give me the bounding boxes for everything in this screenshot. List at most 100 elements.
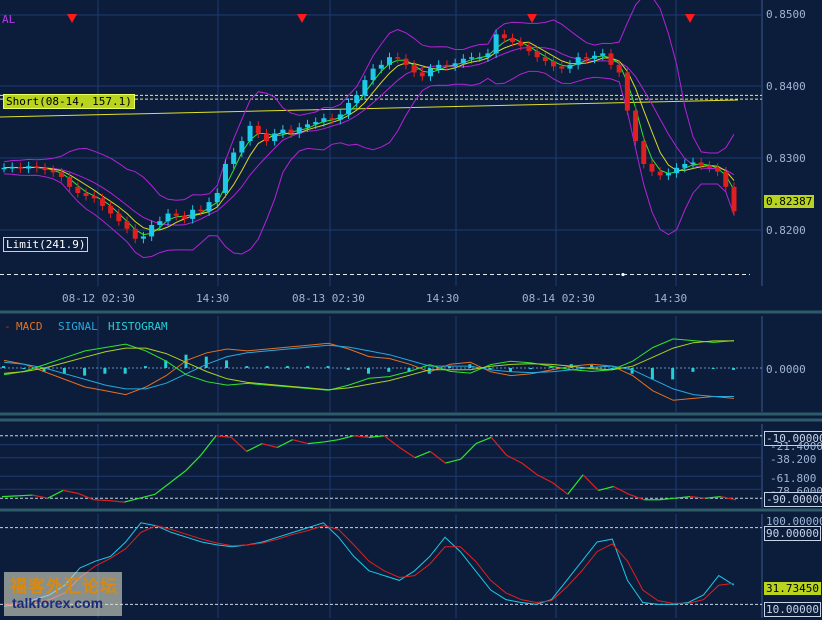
candle-body-71 xyxy=(583,57,589,59)
x-tick-1: 08-12 02:30 xyxy=(62,292,135,305)
macd-zero-tick: 0.0000 xyxy=(766,363,806,376)
histogram-bar-36 xyxy=(732,368,735,370)
candle-body-11 xyxy=(91,196,97,199)
candle-body-76 xyxy=(624,72,630,111)
histogram-bar-30 xyxy=(610,368,614,369)
candle-body-32 xyxy=(263,133,269,142)
histogram-bar-0 xyxy=(2,366,5,368)
histogram-bar-1 xyxy=(22,368,26,369)
short-order-label[interactable]: Short(08-14, 157.1) xyxy=(3,94,135,109)
histogram-bar-17 xyxy=(346,368,350,370)
signal-title: SIGNAL xyxy=(58,320,98,333)
x-tick-6: 14:30 xyxy=(654,292,688,305)
candle-body-5 xyxy=(42,167,48,171)
wpr-tick-38: -38.200 xyxy=(770,453,817,466)
histogram-bar-33 xyxy=(671,368,675,380)
candle-body-57 xyxy=(469,57,475,59)
histogram-bar-7 xyxy=(143,366,147,368)
candle-body-8 xyxy=(67,176,73,187)
candle-body-46 xyxy=(378,64,384,69)
candle-body-38 xyxy=(313,122,319,125)
chart-window: AL Short(08-14, 157.1) Limit(241.9) 0.85… xyxy=(0,0,822,620)
candle-body-55 xyxy=(452,63,458,67)
wpr-segment-7 xyxy=(93,499,110,502)
candle-body-89 xyxy=(731,186,737,212)
stoch-tick-90: 90.00000 xyxy=(764,526,821,541)
candle-body-81 xyxy=(665,173,671,176)
candle-body-27 xyxy=(222,163,228,193)
candle-body-54 xyxy=(444,64,450,67)
candle-body-73 xyxy=(600,53,606,56)
candle-body-49 xyxy=(403,58,409,65)
watermark-chinese: 福客外汇论坛 xyxy=(10,577,118,597)
candle-body-13 xyxy=(108,205,114,214)
indicator-name-main: AL xyxy=(2,13,16,26)
candle-body-78 xyxy=(641,141,647,164)
candle-body-31 xyxy=(255,125,261,134)
candle-body-34 xyxy=(280,129,286,134)
histogram-bar-5 xyxy=(103,368,107,374)
candle-body-56 xyxy=(460,58,466,64)
candle-body-41 xyxy=(337,114,343,120)
candle-body-17 xyxy=(140,236,146,239)
stoch-tick-10: 10.00000 xyxy=(764,602,821,617)
candle-body-6 xyxy=(50,170,56,173)
limit-marker xyxy=(621,272,625,277)
candle-body-82 xyxy=(674,167,680,174)
candle-body-14 xyxy=(116,213,122,222)
macd-title: MACD xyxy=(16,320,43,333)
histogram-bar-16 xyxy=(326,366,330,368)
candle-body-64 xyxy=(526,45,532,52)
chart-canvas[interactable] xyxy=(0,0,822,620)
candle-body-67 xyxy=(551,61,557,67)
candle-body-21 xyxy=(173,213,179,216)
histogram-bar-6 xyxy=(123,368,127,374)
candle-body-51 xyxy=(419,72,425,77)
watermark-domain: talkforex.com xyxy=(12,595,104,611)
histogram-bar-15 xyxy=(306,366,310,368)
stoch-last-badge: 31.73450 xyxy=(764,582,821,595)
candle-body-12 xyxy=(99,198,105,206)
limit-order-label[interactable]: Limit(241.9) xyxy=(3,237,89,252)
candle-body-88 xyxy=(723,171,729,187)
histogram-bar-14 xyxy=(285,366,289,368)
histogram-bar-19 xyxy=(387,368,391,372)
candle-body-37 xyxy=(304,124,310,128)
histogram-bar-26 xyxy=(529,368,533,370)
candle-body-36 xyxy=(296,127,302,134)
candle-body-7 xyxy=(58,172,64,177)
wpr-tick-61: -61.800 xyxy=(770,472,817,485)
candle-body-48 xyxy=(395,57,401,59)
watermark-logo: 福客外汇论坛 talkforex.com xyxy=(4,572,122,616)
candle-body-62 xyxy=(510,38,516,42)
candle-body-72 xyxy=(592,55,598,59)
histogram-title: HISTOGRAM xyxy=(108,320,168,333)
y-tick-0.8200: 0.8200 xyxy=(766,224,806,237)
candle-body-9 xyxy=(75,186,81,193)
candle-body-40 xyxy=(329,118,335,120)
candle-body-85 xyxy=(698,162,704,166)
y-tick-0.8400: 0.8400 xyxy=(766,80,806,93)
candle-body-2 xyxy=(17,167,23,169)
x-tick-4: 14:30 xyxy=(426,292,460,305)
histogram-bar-11 xyxy=(225,360,229,368)
candle-body-24 xyxy=(198,209,204,212)
candle-body-15 xyxy=(124,221,130,229)
x-tick-2: 14:30 xyxy=(196,292,230,305)
histogram-bar-18 xyxy=(367,368,370,374)
candle-body-52 xyxy=(428,68,434,77)
histogram-bar-31 xyxy=(630,368,634,374)
candle-body-29 xyxy=(239,141,245,153)
candle-body-10 xyxy=(83,192,89,197)
candle-body-4 xyxy=(34,166,40,168)
candle-body-65 xyxy=(534,51,540,58)
wpr-tick-bottom: -90.00000 xyxy=(764,492,822,507)
candle-body-79 xyxy=(649,163,655,172)
candle-body-1 xyxy=(9,167,15,169)
candle-body-30 xyxy=(247,125,253,142)
histogram-bar-32 xyxy=(650,368,654,380)
candle-body-63 xyxy=(518,41,524,46)
candle-body-25 xyxy=(206,202,212,212)
candle-body-33 xyxy=(272,133,278,142)
candle-body-19 xyxy=(157,221,163,225)
